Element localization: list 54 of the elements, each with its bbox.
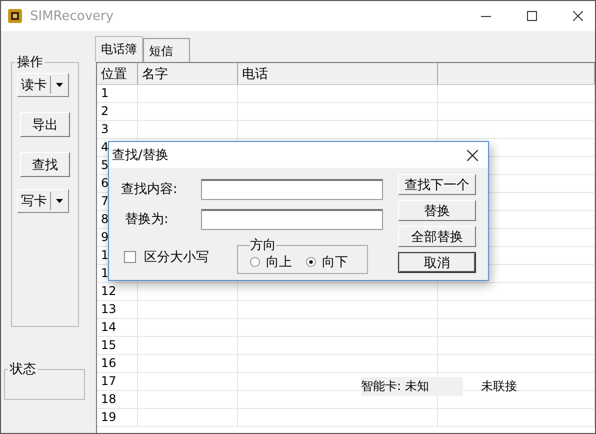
table-cell: 1 <box>101 266 109 280</box>
close-icon[interactable] <box>467 150 478 160</box>
dialog-button[interactable]: 全部替换 <box>398 226 476 247</box>
dialog-button[interactable]: 替换 <box>398 200 476 221</box>
table-cell: 17 <box>101 374 116 388</box>
table-cell: 4 <box>101 140 109 154</box>
table-cell: 3 <box>101 122 109 136</box>
group-label: 状态 <box>8 361 37 378</box>
status-text: 智能卡: 未知 <box>361 377 463 396</box>
radio-icon[interactable] <box>306 257 316 267</box>
table-cell: 1 <box>101 86 109 100</box>
table-cell: 9 <box>101 230 109 244</box>
status-text: 未联接 <box>481 378 517 395</box>
toolbar-button[interactable]: 查找 <box>20 152 70 177</box>
input-field[interactable] <box>201 178 383 200</box>
table-cell: 12 <box>101 284 116 298</box>
column-header[interactable]: 位置 <box>97 63 138 84</box>
table-cell: 7 <box>101 194 109 208</box>
table-cell: 8 <box>101 212 109 226</box>
window-title: SIMRecovery <box>30 8 114 24</box>
table-cell: 1 <box>101 248 109 262</box>
input-field[interactable] <box>201 208 383 230</box>
field-label: 替换为: <box>124 211 170 228</box>
group-label: 操作 <box>16 54 44 71</box>
radio-button[interactable]: 向下 <box>306 253 348 271</box>
table-cell: 14 <box>101 320 116 334</box>
caret-icon[interactable] <box>56 83 63 87</box>
dialog-button[interactable]: 查找下一个 <box>398 174 476 195</box>
table-cell: 5 <box>101 158 109 172</box>
table-cell: 6 <box>101 176 109 190</box>
table-cell: 18 <box>101 392 116 406</box>
app-icon <box>8 9 22 23</box>
checkbox[interactable]: 区分大小写 <box>124 248 237 266</box>
column-header[interactable]: 名字 <box>138 63 238 84</box>
tab[interactable]: 电话簿 <box>95 36 143 62</box>
dialog-button[interactable]: 取消 <box>398 252 476 273</box>
table-cell: 15 <box>101 338 116 352</box>
toolbar-button[interactable]: 导出 <box>20 112 70 137</box>
table-cell: 19 <box>101 410 116 424</box>
radio-icon[interactable] <box>250 257 260 267</box>
maximize-icon[interactable] <box>527 11 537 21</box>
field-label: 查找内容: <box>120 181 178 198</box>
checkbox-box[interactable] <box>124 251 136 263</box>
dialog-title: 查找/替换 <box>112 147 168 164</box>
split-button[interactable]: 读卡 <box>17 73 69 97</box>
table-cell: 13 <box>101 302 116 316</box>
group-label: 方向 <box>250 240 276 251</box>
split-button[interactable]: 写卡 <box>17 189 69 213</box>
close-icon[interactable] <box>573 11 583 21</box>
column-header[interactable]: 电话 <box>238 63 438 84</box>
table-cell: 2 <box>101 104 109 118</box>
caret-icon[interactable] <box>56 199 63 203</box>
radio-button[interactable]: 向上 <box>250 253 292 271</box>
table-cell: 16 <box>101 356 116 370</box>
